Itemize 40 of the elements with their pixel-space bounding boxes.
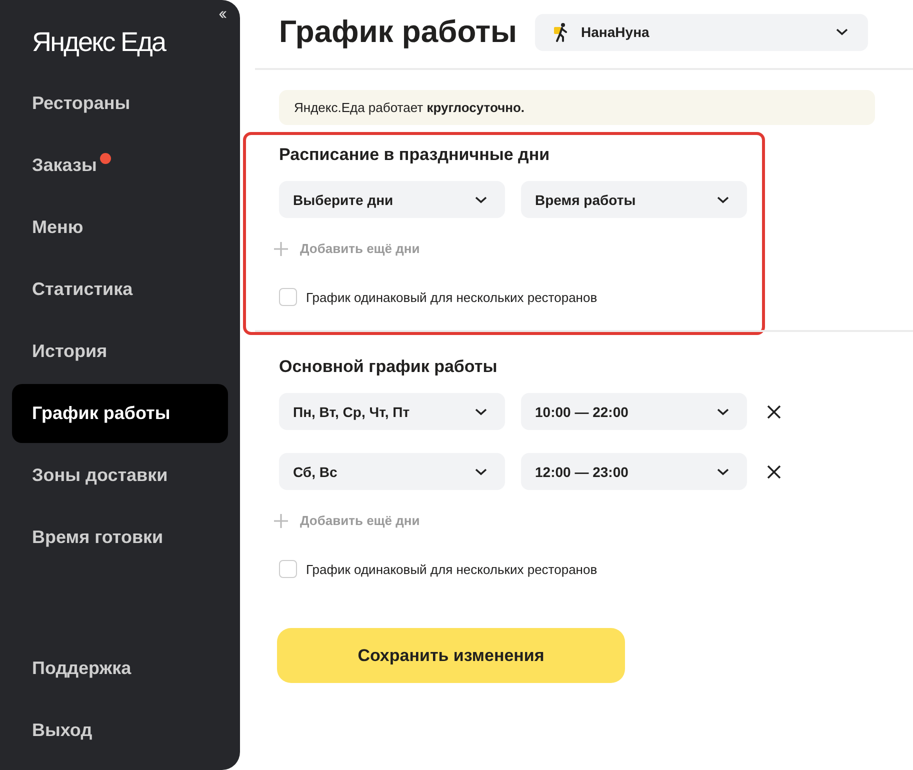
plus-icon (274, 242, 288, 256)
remove-button[interactable] (767, 464, 781, 478)
checkbox[interactable] (279, 288, 297, 306)
nav-item[interactable]: История (12, 322, 228, 381)
chevron-down-icon (717, 468, 729, 476)
nav-item[interactable]: Меню (12, 198, 228, 257)
chevron-down-icon (475, 408, 487, 416)
hours-select[interactable]: 10:00 — 22:00 (521, 393, 747, 430)
courier-icon (553, 22, 570, 42)
nav-item[interactable]: Время готовки (12, 508, 228, 567)
checkbox-label: График одинаковый для нескольких ресторанов (306, 290, 598, 304)
nav-item[interactable]: График работы (12, 384, 228, 443)
chevron-down-icon (717, 196, 729, 204)
chevron-down-icon (475, 468, 487, 476)
section-title: Основной график работы (279, 357, 498, 377)
nav-item[interactable]: Статистика (12, 260, 228, 319)
save-button[interactable]: Сохранить изменения (277, 628, 625, 683)
days-select[interactable]: Выберите дни (279, 181, 505, 218)
checkbox-label: График одинаковый для нескольких ресторанов (306, 562, 598, 576)
days-select[interactable]: Сб, Вс (279, 453, 505, 490)
nav-item[interactable]: Выход (12, 701, 228, 760)
nav-item[interactable]: Заказы (12, 136, 228, 195)
chevron-down-icon (717, 408, 729, 416)
collapse-button[interactable]: ‹‹ (218, 4, 224, 24)
notice-text: Яндекс.Еда работает круглосуточно. (294, 100, 525, 115)
restaurant-select[interactable]: НанаНуна (535, 14, 868, 50)
chevron-down-icon (836, 28, 848, 36)
nav-item[interactable]: Зоны доставки (12, 446, 228, 505)
nav-item[interactable]: Рестораны (12, 74, 228, 133)
chevron-down-icon (475, 196, 487, 204)
section-title: Расписание в праздничные дни (279, 145, 551, 165)
page-title: График работы (279, 14, 518, 50)
checkbox[interactable] (279, 560, 297, 578)
days-select[interactable]: Пн, Вт, Ср, Чт, Пт (279, 393, 505, 430)
logo: Яндекс Еда (31, 26, 167, 59)
hours-select[interactable]: Время работы (521, 181, 747, 218)
remove-button[interactable] (767, 404, 781, 418)
nav-item[interactable]: Поддержка (12, 639, 228, 698)
plus-icon (274, 514, 288, 528)
hours-select[interactable]: 12:00 — 23:00 (521, 453, 747, 490)
